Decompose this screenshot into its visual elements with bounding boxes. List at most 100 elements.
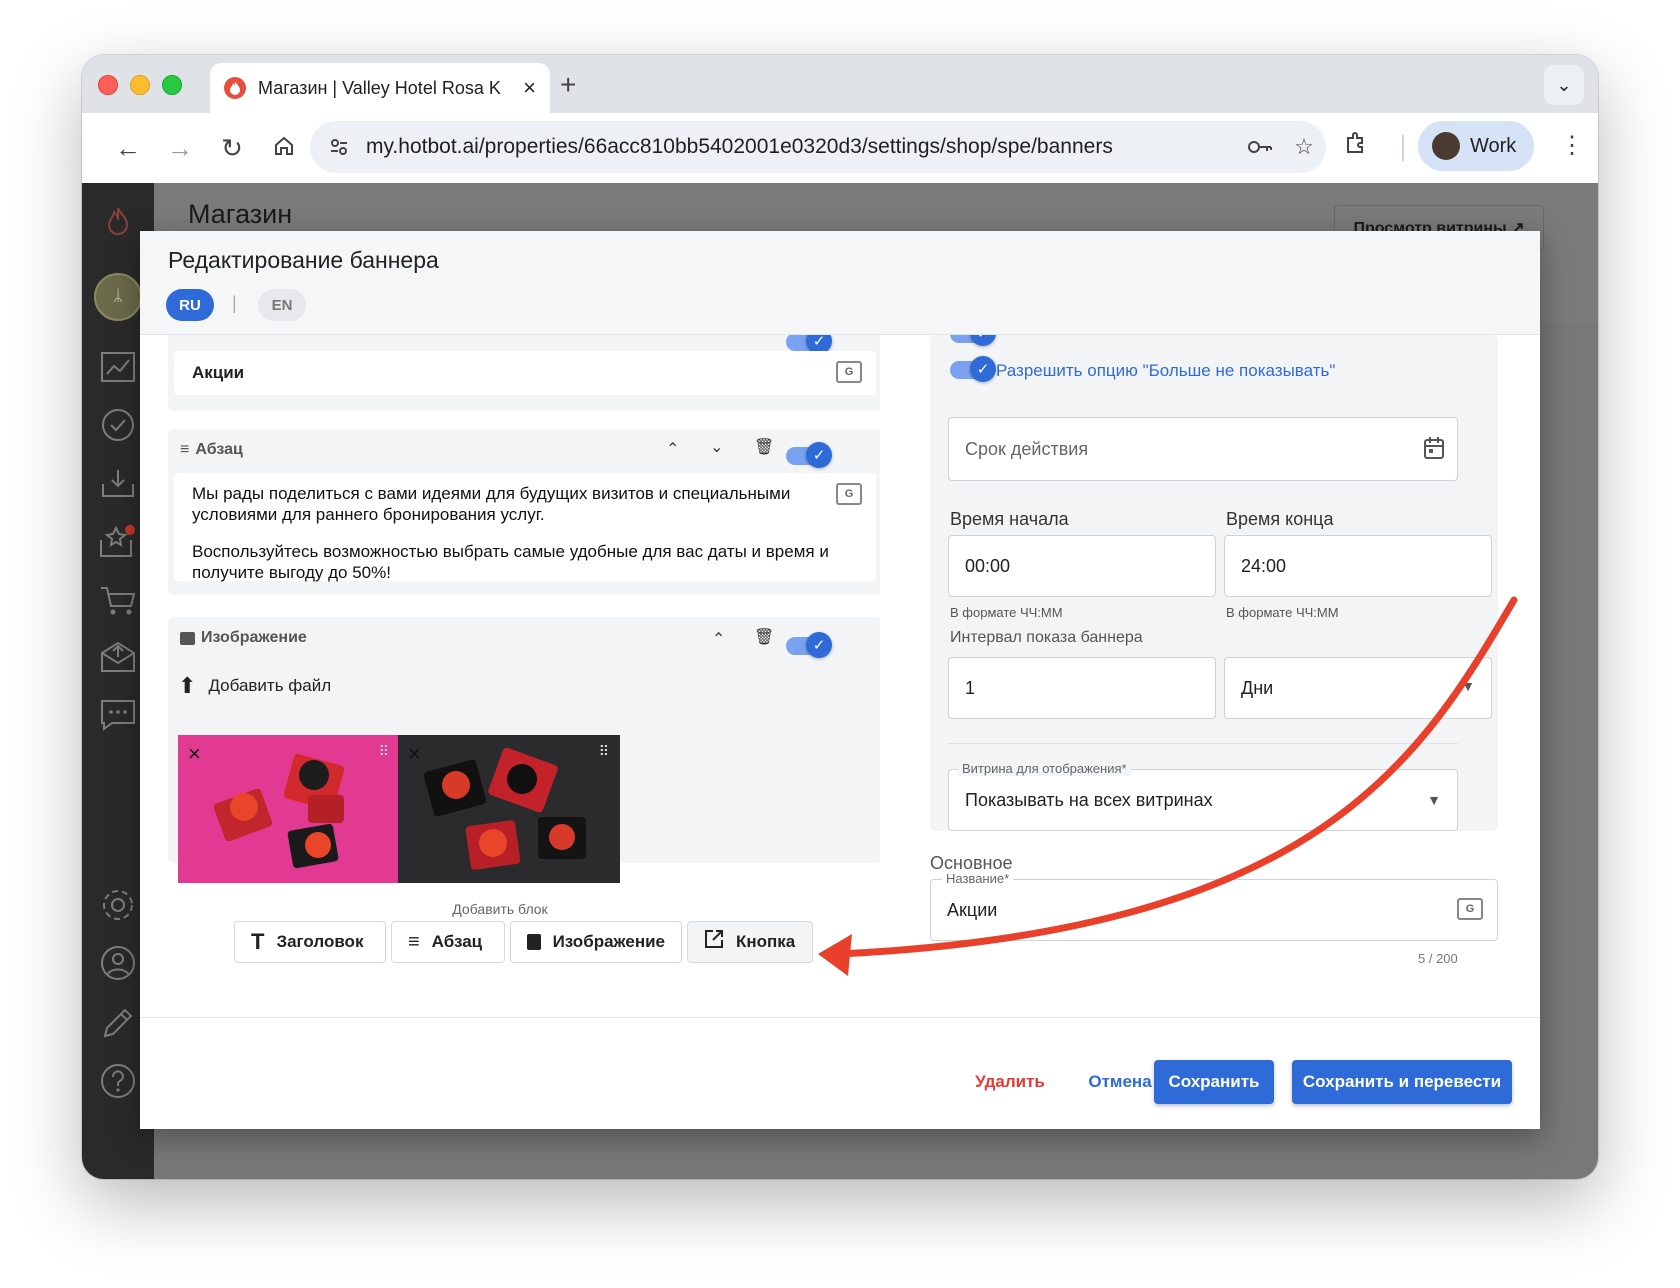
help-icon[interactable] <box>96 1059 140 1103</box>
analytics-icon[interactable] <box>96 345 140 389</box>
drag-handle-icon[interactable]: ⠿ <box>599 743 610 760</box>
add-heading-button[interactable]: T Заголовок <box>234 921 386 963</box>
tab-search-icon[interactable]: ⌄ <box>1544 65 1584 105</box>
interval-value-input[interactable]: 1 <box>948 657 1216 719</box>
storefront-select[interactable]: Показывать на всех витринах ▼ <box>948 769 1458 831</box>
move-up-icon[interactable]: ⌃ <box>666 439 679 459</box>
add-image-button[interactable]: Изображение <box>510 921 682 963</box>
property-avatar[interactable]: ᛦ <box>94 273 142 321</box>
heading-block-toggle[interactable]: ✓ <box>786 335 832 354</box>
chat-icon[interactable] <box>96 693 140 737</box>
add-file-label: Добавить файл <box>208 676 332 695</box>
add-heading-label: Заголовок <box>276 932 364 951</box>
minimize-window-button[interactable] <box>130 75 150 95</box>
move-down-icon[interactable]: ⌄ <box>710 437 723 457</box>
name-input[interactable]: Акции G <box>930 879 1498 941</box>
shop-cart-icon[interactable] <box>96 579 140 623</box>
paragraph-text-1: Мы рады поделиться с вами идеями для буд… <box>192 484 791 524</box>
browser-menu-icon[interactable]: ⋮ <box>1560 131 1584 160</box>
display-settings-panel: ✓ ✓ Разрешить опцию "Больше не показыват… <box>930 335 1498 831</box>
add-button-button[interactable]: Кнопка <box>687 921 813 963</box>
lang-tab-en[interactable]: EN <box>258 289 306 321</box>
paragraph-lines-icon: ≡ <box>180 441 190 458</box>
paragraph-block-toggle[interactable]: ✓ <box>786 442 832 468</box>
translate-icon[interactable]: G <box>836 361 862 383</box>
reviews-star-icon[interactable] <box>96 519 140 563</box>
section-divider <box>948 743 1458 744</box>
delete-button[interactable]: Удалить <box>958 1060 1062 1104</box>
edit-pencil-icon[interactable] <box>96 1001 140 1045</box>
back-icon[interactable]: ← <box>102 133 154 164</box>
translate-icon[interactable]: G <box>1457 898 1483 920</box>
close-tab-icon[interactable]: × <box>523 75 536 101</box>
tab-title: Магазин | Valley Hotel Rosa K <box>258 77 501 98</box>
calendar-icon[interactable] <box>1423 436 1445 465</box>
image-thumbnail[interactable]: × ⠿ <box>178 735 400 883</box>
banner-settings-column: ✓ ✓ Разрешить опцию "Больше не показыват… <box>930 335 1530 1017</box>
maximize-window-button[interactable] <box>162 75 182 95</box>
bookmark-star-icon[interactable]: ☆ <box>1282 134 1326 160</box>
save-button[interactable]: Сохранить <box>1154 1060 1274 1104</box>
dialog-header: Редактирование баннера RU | EN <box>140 231 1540 335</box>
image-block-label: Изображение <box>201 629 307 646</box>
tab-strip: Магазин | Valley Hotel Rosa K × + ⌄ <box>82 55 1598 113</box>
reload-icon[interactable]: ↻ <box>206 133 258 164</box>
site-settings-icon[interactable] <box>324 132 354 162</box>
avatar <box>1432 132 1460 160</box>
paragraph-text-2: Воспользуйтесь возможностью выбрать самы… <box>192 542 829 582</box>
validity-date-field[interactable]: Срок действия <box>948 417 1458 481</box>
add-paragraph-label: Абзац <box>431 932 483 951</box>
mail-upload-icon[interactable] <box>96 635 140 679</box>
name-label: Название* <box>942 871 1014 886</box>
extensions-icon[interactable] <box>1344 131 1368 162</box>
toolbar-divider <box>1402 135 1404 161</box>
interval-unit-select[interactable]: Дни ▼ <box>1224 657 1492 719</box>
close-window-button[interactable] <box>98 75 118 95</box>
profile-button[interactable]: Work <box>1418 121 1534 171</box>
dont-show-again-toggle[interactable]: ✓ <box>950 356 996 382</box>
key-icon[interactable] <box>1238 134 1282 160</box>
dialog-title: Редактирование баннера <box>168 247 439 273</box>
move-up-icon[interactable]: ⌃ <box>712 629 725 649</box>
image-icon <box>527 934 541 950</box>
inbox-download-icon[interactable] <box>96 461 140 505</box>
text-heading-icon: T <box>251 929 265 954</box>
paragraph-field[interactable]: Мы рады поделиться с вами идеями для буд… <box>174 473 876 582</box>
heading-field[interactable]: Акции G <box>174 351 876 395</box>
dont-show-again-label: Разрешить опцию "Больше не показывать" <box>996 361 1336 380</box>
new-tab-icon[interactable]: + <box>560 69 576 101</box>
partial-toggle[interactable]: ✓ <box>950 335 996 346</box>
interval-unit-value: Дни <box>1241 677 1274 698</box>
remove-image-icon[interactable]: × <box>188 741 201 767</box>
browser-tab[interactable]: Магазин | Valley Hotel Rosa K × <box>210 63 550 113</box>
interval-label: Интервал показа баннера <box>950 629 1143 646</box>
delete-block-icon[interactable]: 🗑 <box>754 627 774 647</box>
open-in-new-icon <box>704 929 724 955</box>
end-time-input[interactable]: 24:00 <box>1224 535 1492 597</box>
save-and-translate-button[interactable]: Сохранить и перевести <box>1292 1060 1512 1104</box>
home-icon[interactable] <box>258 133 310 164</box>
edit-banner-dialog: Редактирование баннера RU | EN ✓ Акции G <box>140 231 1540 1129</box>
end-time-value: 24:00 <box>1241 555 1287 576</box>
translate-icon[interactable]: G <box>836 483 862 505</box>
flame-favicon-icon <box>224 77 246 99</box>
tasks-check-icon[interactable] <box>96 403 140 447</box>
add-paragraph-button[interactable]: ≡ Абзац <box>391 921 505 963</box>
delete-block-icon[interactable]: 🗑 <box>754 437 774 457</box>
start-time-value: 00:00 <box>965 555 1011 576</box>
settings-gear-icon[interactable] <box>96 883 140 927</box>
image-thumbnail[interactable]: × ⠿ <box>398 735 620 883</box>
start-time-input[interactable]: 00:00 <box>948 535 1216 597</box>
account-icon[interactable] <box>96 941 140 985</box>
address-bar[interactable]: my.hotbot.ai/properties/66acc810bb540200… <box>310 121 1326 173</box>
logo-flame-icon[interactable] <box>96 199 140 243</box>
lang-tab-ru[interactable]: RU <box>166 289 214 321</box>
remove-image-icon[interactable]: × <box>408 741 421 767</box>
forward-icon[interactable]: → <box>154 133 206 164</box>
end-time-label: Время конца <box>1226 509 1334 529</box>
image-block-toggle[interactable]: ✓ <box>786 632 832 658</box>
drag-handle-icon[interactable]: ⠿ <box>379 743 390 760</box>
add-file-link[interactable]: ⬆ Добавить файл <box>178 673 331 699</box>
page-content: ᛦ Магазин Просмотр витрины ↗ Редактирова… <box>82 183 1598 1179</box>
name-value: Акции <box>947 899 998 920</box>
